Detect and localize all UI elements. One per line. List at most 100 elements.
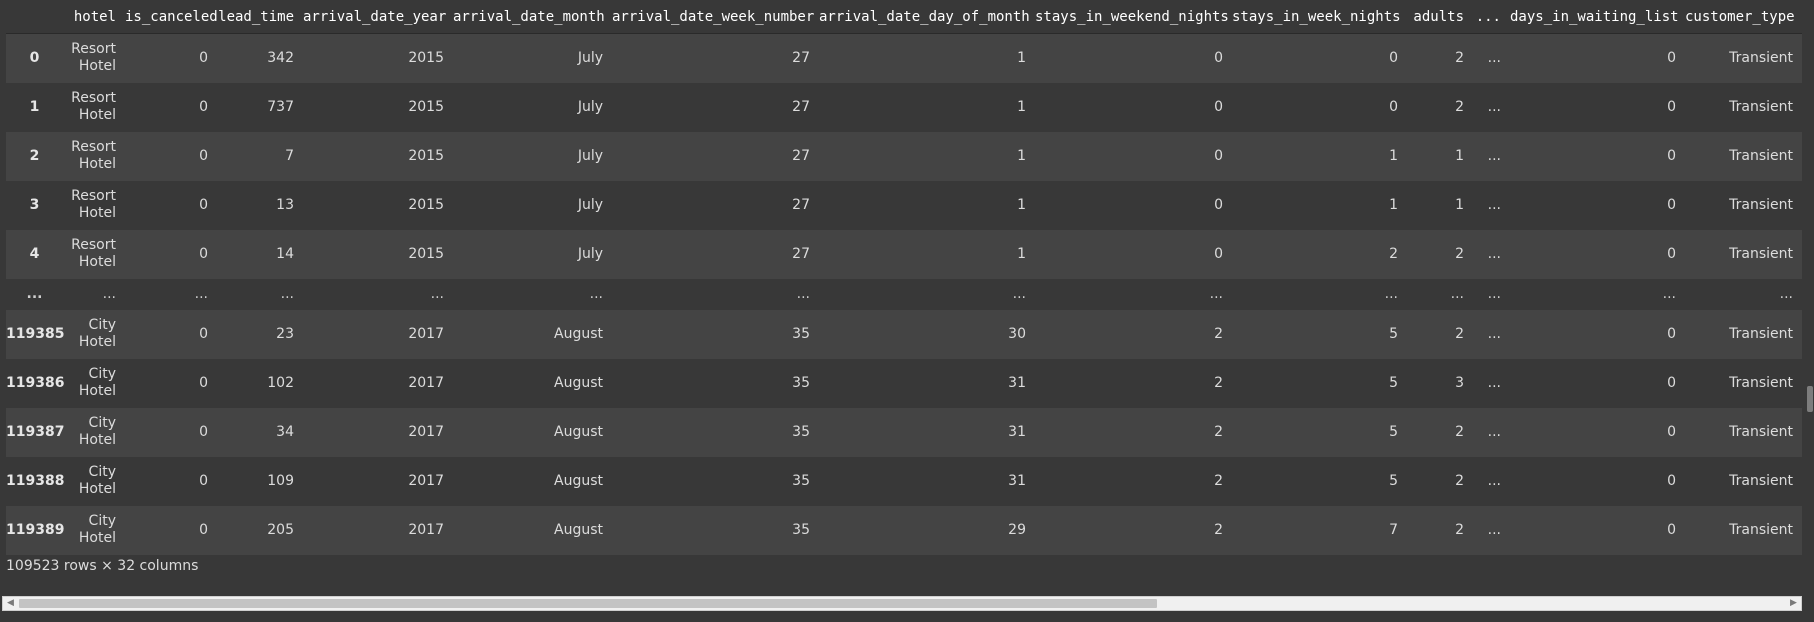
cell-lead-time: 342 — [267, 50, 294, 67]
cell-ellipsis: ... — [1487, 424, 1501, 440]
cell-days-in-waiting-list: 0 — [1667, 375, 1676, 391]
cell-arrival-date-week-number: ... — [796, 286, 810, 302]
cell-adults: 2 — [1455, 50, 1464, 67]
cell-days-in-waiting-list: 0 — [1667, 522, 1676, 538]
cell-stays-in-weekend-nights: 0 — [1214, 99, 1223, 115]
cell-ellipsis: ... — [1487, 326, 1501, 342]
cell-stays-in-week-nights: 5 — [1389, 473, 1398, 489]
row-index: 119385 — [6, 326, 65, 342]
cell-customer-type: Transient — [1729, 522, 1793, 538]
cell-customer-type: Transient — [1729, 326, 1793, 342]
cell-customer-type: Transient — [1729, 99, 1793, 115]
cell-days-in-waiting-list: 0 — [1667, 326, 1676, 342]
cell-stays-in-weekend-nights: 0 — [1214, 246, 1223, 262]
cell-arrival-date-year: 2017 — [408, 473, 444, 489]
column-header-arrival-date-week-number: arrival_date_week_number — [612, 0, 819, 34]
cell-arrival-date-month: July — [577, 148, 603, 164]
cell-is-canceled: 0 — [199, 246, 208, 262]
vertical-scrollbar[interactable] — [1804, 0, 1814, 590]
cell-ellipsis: ... — [1487, 473, 1501, 489]
cell-hotel: Resort Hotel — [71, 41, 116, 75]
cell-stays-in-week-nights: 1 — [1389, 197, 1398, 213]
cell-arrival-date-day-of-month: 1 — [1017, 197, 1026, 213]
cell-is-canceled: 0 — [199, 148, 208, 164]
cell-arrival-date-month: August — [554, 326, 603, 342]
cell-adults: 2 — [1455, 473, 1464, 489]
cell-ellipsis: ... — [1487, 246, 1501, 262]
cell-lead-time: 205 — [267, 522, 294, 538]
table-row: 119386 City Hotel 0 102 2017 August 35 31 2 5 3...… — [6, 358, 1802, 408]
cell-stays-in-week-nights: 0 — [1389, 50, 1398, 67]
cell-hotel: Resort Hotel — [71, 90, 116, 123]
cell-arrival-date-week-number: 35 — [792, 473, 810, 489]
cell-arrival-date-day-of-month: 1 — [1017, 50, 1026, 67]
cell-ellipsis: ... — [1487, 286, 1501, 302]
triangle-left-icon[interactable]: ◀ — [3, 597, 18, 610]
cell-stays-in-weekend-nights: 2 — [1214, 424, 1223, 440]
cell-arrival-date-week-number: 27 — [792, 148, 810, 164]
dataframe-table: hotel is_canceled lead_time arrival_date_ye… — [6, 0, 1802, 555]
row-index: 3 — [29, 197, 40, 213]
cell-arrival-date-year: 2015 — [408, 99, 444, 115]
cell-stays-in-weekend-nights: 2 — [1214, 326, 1223, 342]
cell-arrival-date-year: 2015 — [408, 197, 444, 213]
cell-days-in-waiting-list: 0 — [1667, 99, 1676, 115]
cell-ellipsis: ... — [1487, 375, 1501, 391]
row-index: 119388 — [6, 473, 65, 489]
cell-customer-type: Transient — [1729, 148, 1793, 164]
cell-lead-time: 737 — [267, 99, 294, 115]
cell-stays-in-week-nights: 7 — [1389, 522, 1398, 538]
cell-is-canceled: 0 — [199, 473, 208, 489]
cell-arrival-date-year: 2015 — [408, 246, 444, 262]
cell-adults: 3 — [1455, 375, 1464, 391]
row-index: ... — [26, 286, 43, 302]
cell-arrival-date-month: August — [554, 522, 603, 538]
row-index: 0 — [29, 50, 40, 67]
cell-hotel: City Hotel — [78, 415, 116, 448]
row-index: 1 — [29, 99, 40, 115]
column-header-ellipsis: ... — [1473, 0, 1510, 34]
cell-arrival-date-year: 2017 — [408, 375, 444, 391]
column-header-stays-in-weekend-nights: stays_in_weekend_nights — [1035, 0, 1232, 34]
horizontal-scrollbar-thumb[interactable] — [19, 599, 1157, 608]
cell-days-in-waiting-list: 0 — [1667, 424, 1676, 440]
column-header-adults: adults — [1407, 0, 1473, 34]
cell-stays-in-weekend-nights: 2 — [1214, 473, 1223, 489]
cell-stays-in-week-nights: 5 — [1389, 326, 1398, 342]
cell-ellipsis: ... — [1487, 197, 1501, 213]
horizontal-scrollbar[interactable]: ◀ ▶ — [2, 596, 1802, 611]
triangle-right-icon[interactable]: ▶ — [1786, 597, 1801, 610]
cell-arrival-date-month: July — [577, 50, 603, 67]
cell-hotel: Resort Hotel — [71, 139, 116, 172]
cell-arrival-date-week-number: 35 — [792, 522, 810, 538]
cell-arrival-date-year: 2017 — [408, 326, 444, 342]
vertical-scrollbar-thumb[interactable] — [1807, 386, 1813, 412]
cell-arrival-date-day-of-month: 31 — [1008, 473, 1026, 489]
cell-is-canceled: 0 — [199, 50, 208, 67]
cell-lead-time: 109 — [267, 473, 294, 489]
cell-hotel: City Hotel — [78, 513, 116, 546]
cell-days-in-waiting-list: ... — [1662, 286, 1676, 302]
cell-arrival-date-year: ... — [430, 286, 444, 302]
cell-is-canceled: 0 — [199, 522, 208, 538]
cell-arrival-date-week-number: 27 — [792, 246, 810, 262]
cell-arrival-date-month: July — [577, 99, 603, 115]
cell-adults: 2 — [1455, 424, 1464, 440]
cell-arrival-date-month: August — [554, 473, 603, 489]
cell-arrival-date-day-of-month: 1 — [1017, 99, 1026, 115]
cell-customer-type: Transient — [1729, 424, 1793, 440]
column-header-customer-type: customer_type — [1685, 0, 1802, 34]
cell-stays-in-week-nights: 2 — [1389, 246, 1398, 262]
dataframe-container[interactable]: hotel is_canceled lead_time arrival_date_ye… — [6, 0, 1802, 555]
cell-stays-in-weekend-nights: 2 — [1214, 522, 1223, 538]
cell-stays-in-weekend-nights: 0 — [1214, 148, 1223, 164]
column-header-is-canceled: is_canceled — [125, 0, 217, 34]
cell-arrival-date-day-of-month: 31 — [1008, 424, 1026, 440]
cell-customer-type: Transient — [1729, 50, 1793, 67]
row-index: 119389 — [6, 522, 65, 538]
table-row: 1 Resort Hotel 0 737 2015 July 27 1 0 0 2... 0 Trans… — [6, 82, 1802, 132]
cell-is-canceled: 0 — [199, 99, 208, 115]
table-row: 119388 City Hotel 0 109 2017 August 35 31 2 5 2...… — [6, 456, 1802, 506]
cell-lead-time: 102 — [267, 375, 294, 391]
cell-arrival-date-day-of-month: 1 — [1017, 148, 1026, 164]
